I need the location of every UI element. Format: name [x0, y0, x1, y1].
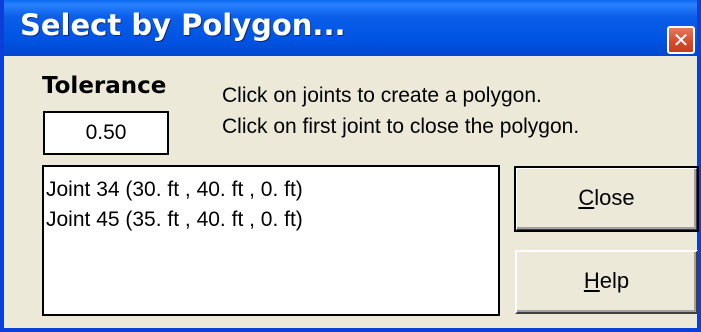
window-title: Select by Polygon... [20, 8, 346, 42]
help-button-label: elp [599, 268, 630, 293]
close-button[interactable]: Close [514, 166, 699, 232]
select-by-polygon-dialog: Select by Polygon... ✕ Tolerance 0.50 Cl… [0, 0, 701, 332]
tolerance-label: Tolerance [42, 73, 167, 99]
close-button-label: lose [594, 185, 635, 210]
title-bar[interactable]: Select by Polygon... ✕ [4, 0, 697, 56]
title-close-button[interactable]: ✕ [667, 26, 695, 54]
list-item[interactable]: Joint 34 (30. ft , 40. ft , 0. ft) [46, 175, 498, 205]
tolerance-input[interactable]: 0.50 [43, 111, 169, 155]
close-icon: ✕ [672, 28, 690, 52]
close-button-mnemonic: C [578, 185, 595, 210]
instruction-line-1: Click on joints to create a polygon. [222, 84, 542, 107]
help-button[interactable]: Help [515, 250, 698, 314]
instruction-line-2: Click on first joint to close the polygo… [222, 115, 580, 138]
help-button-mnemonic: H [583, 268, 600, 293]
list-item[interactable]: Joint 45 (35. ft , 40. ft , 0. ft) [46, 205, 498, 235]
joint-list[interactable]: Joint 34 (30. ft , 40. ft , 0. ft) Joint… [42, 165, 500, 316]
